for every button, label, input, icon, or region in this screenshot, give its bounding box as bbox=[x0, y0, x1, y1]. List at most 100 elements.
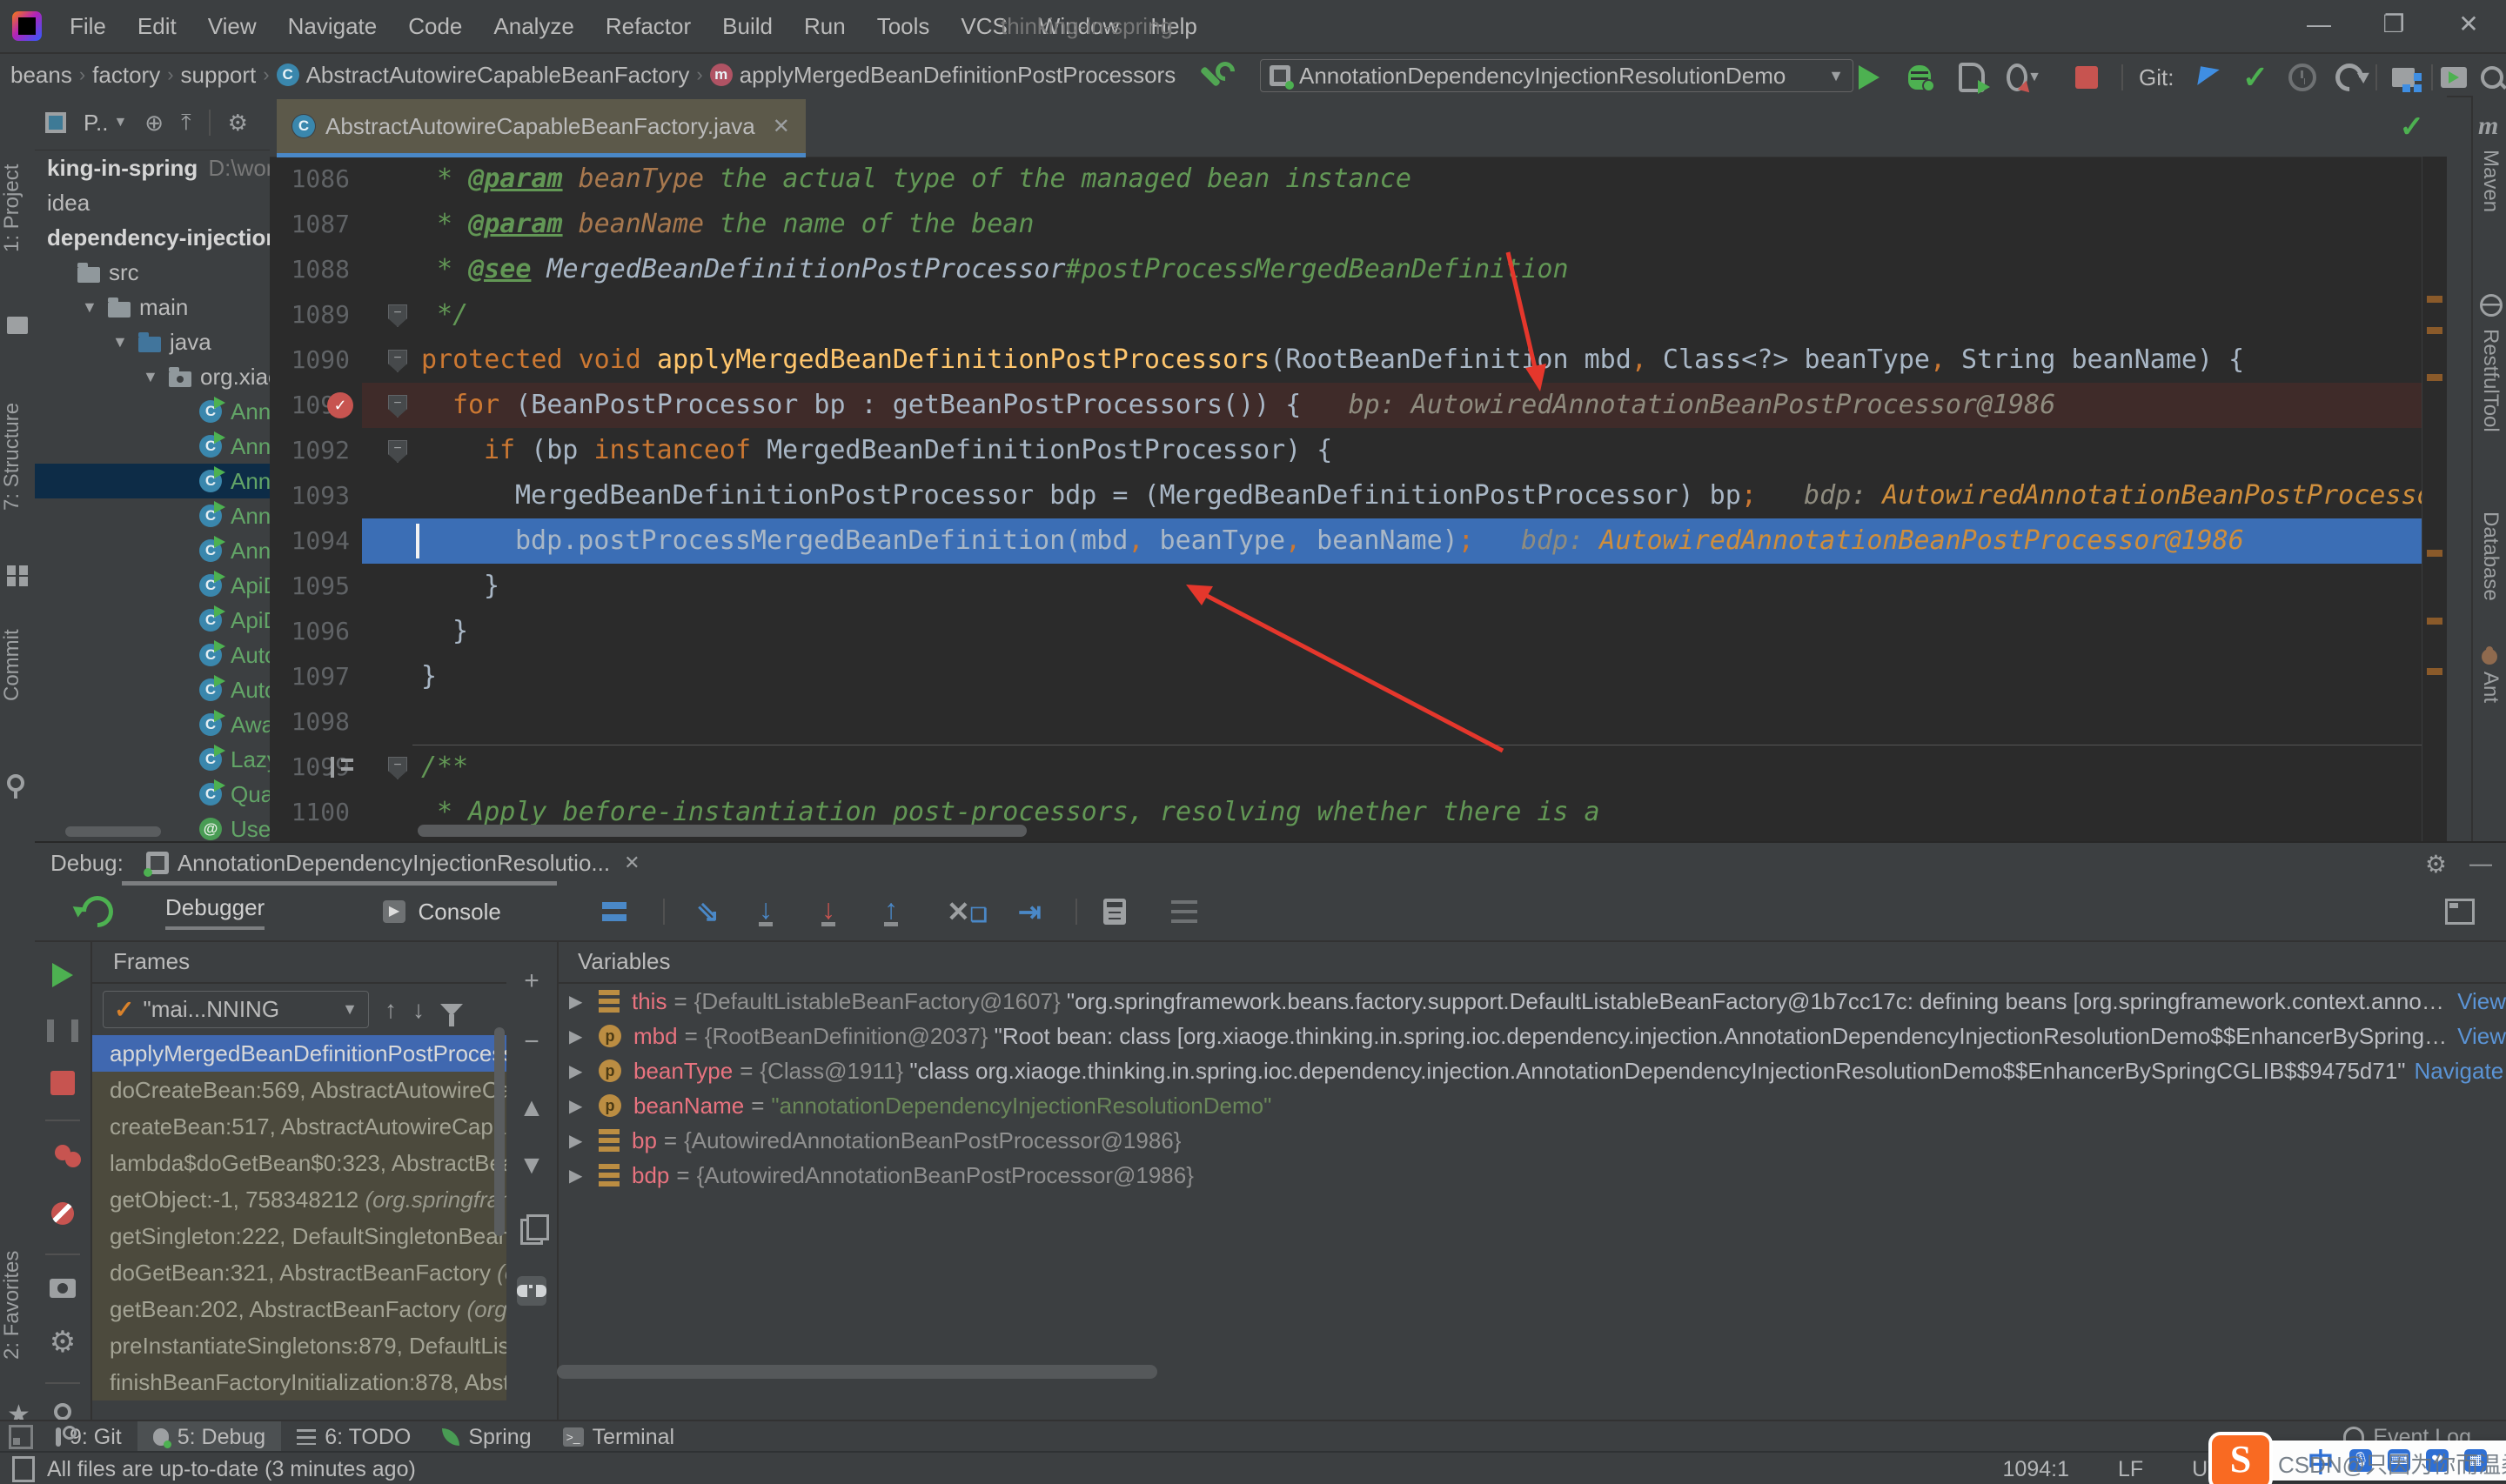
code-text[interactable] bbox=[412, 699, 2447, 745]
debug-settings-gear-button[interactable]: ⚙ bbox=[47, 1327, 78, 1358]
frames-scrollbar[interactable] bbox=[494, 1027, 505, 1236]
tool-window-switcher-icon[interactable] bbox=[9, 1425, 33, 1449]
frame-row[interactable]: getBean:202, AbstractBeanFactory (org.sp… bbox=[92, 1291, 506, 1327]
stripe-item-database[interactable]: Database bbox=[2476, 511, 2503, 601]
fold-marker-icon[interactable]: − bbox=[388, 304, 407, 327]
code-line[interactable]: 1090−protected void applyMergedBeanDefin… bbox=[270, 338, 2447, 383]
git-update-button[interactable] bbox=[2191, 63, 2226, 92]
code-line[interactable]: 1091✓−for (BeanPostProcessor bp : getBea… bbox=[270, 383, 2447, 428]
gutter[interactable] bbox=[362, 699, 412, 745]
menu-view[interactable]: View bbox=[194, 8, 271, 45]
code-line[interactable]: 1094bdp.postProcessMergedBeanDefinition(… bbox=[270, 518, 2447, 564]
code-text[interactable]: for (BeanPostProcessor bp : getBeanPostP… bbox=[412, 383, 2447, 428]
gear-icon[interactable]: ⚙ bbox=[2425, 850, 2447, 879]
tree-item[interactable]: CAnnotati bbox=[35, 464, 270, 498]
menu-code[interactable]: Code bbox=[394, 8, 476, 45]
tool-window-button-spring[interactable]: Spring bbox=[426, 1421, 546, 1453]
close-button[interactable]: ✕ bbox=[2431, 0, 2506, 52]
line-number[interactable]: 1090 bbox=[270, 338, 362, 383]
stripe-item-ant[interactable]: Ant bbox=[2476, 672, 2503, 703]
tree-item[interactable]: @UserGrou bbox=[35, 812, 270, 840]
variable-row[interactable]: ▶bdp={AutowiredAnnotationBeanPostProcess… bbox=[557, 1158, 2506, 1193]
force-step-into-button[interactable]: ↓ bbox=[821, 892, 835, 932]
tree-item[interactable]: ▼main bbox=[35, 290, 270, 324]
gutter[interactable] bbox=[362, 654, 412, 699]
value-link[interactable]: View bbox=[2457, 988, 2506, 1015]
close-icon[interactable]: ✕ bbox=[624, 852, 640, 874]
expand-icon[interactable]: ▶ bbox=[569, 1026, 599, 1047]
debug-session-tab[interactable]: AnnotationDependencyInjectionResolutio..… bbox=[146, 850, 640, 877]
line-number[interactable]: 1094 bbox=[270, 518, 362, 564]
project-view-selector[interactable]: P..▼ bbox=[84, 110, 127, 137]
expand-icon[interactable]: ▶ bbox=[569, 991, 599, 1013]
value-link[interactable]: Navigate bbox=[2415, 1058, 2504, 1085]
code-line[interactable]: 1097} bbox=[270, 654, 2447, 699]
debug-button[interactable] bbox=[1902, 63, 1937, 92]
tree-item[interactable]: CLazyAnn bbox=[35, 742, 270, 777]
tree-expand-icon[interactable]: ▼ bbox=[82, 298, 97, 317]
coverage-button[interactable] bbox=[1954, 63, 1989, 92]
code-text[interactable]: } bbox=[412, 609, 2447, 654]
expand-icon[interactable]: ▶ bbox=[569, 1060, 599, 1082]
tree-item[interactable]: CAnnotati bbox=[35, 498, 270, 533]
variable-row[interactable]: ▶pmbd={RootBeanDefinition@2037} "Root be… bbox=[557, 1019, 2506, 1053]
status-icon[interactable] bbox=[12, 1456, 35, 1482]
evaluate-expression-button[interactable] bbox=[1103, 892, 1126, 932]
error-stripe-mark[interactable] bbox=[2427, 550, 2442, 557]
value-link[interactable]: View bbox=[2457, 1023, 2506, 1050]
sogou-logo-icon[interactable]: S bbox=[2208, 1432, 2273, 1484]
menu-analyze[interactable]: Analyze bbox=[479, 8, 588, 45]
frame-row[interactable]: finishBeanFactoryInitialization:878, Abs… bbox=[92, 1364, 506, 1400]
history-button[interactable] bbox=[2285, 63, 2320, 92]
gutter[interactable]: − bbox=[362, 428, 412, 473]
gear-icon[interactable]: ⚙ bbox=[228, 110, 248, 137]
fold-marker-icon[interactable]: − bbox=[388, 395, 407, 418]
expand-icon[interactable]: ▶ bbox=[569, 1130, 599, 1152]
gutter[interactable] bbox=[362, 247, 412, 292]
code-line[interactable]: 1093MergedBeanDefinitionPostProcessor bd… bbox=[270, 473, 2447, 518]
line-number[interactable]: 1088 bbox=[270, 247, 362, 292]
hide-icon[interactable]: — bbox=[2469, 850, 2492, 879]
editor-horizontal-scrollbar[interactable] bbox=[418, 825, 1027, 837]
gutter[interactable] bbox=[362, 473, 412, 518]
error-stripe-mark[interactable] bbox=[2427, 374, 2442, 381]
gutter[interactable]: − bbox=[362, 292, 412, 338]
tool-window-button-todo[interactable]: 6: TODO bbox=[281, 1421, 426, 1453]
line-number[interactable]: 1096 bbox=[270, 609, 362, 654]
frame-row[interactable]: applyMergedBeanDefinitionPostProcessors:… bbox=[92, 1035, 506, 1072]
tab-console[interactable]: ▶ Console bbox=[383, 892, 501, 932]
frame-row[interactable]: preInstantiateSingletons:879, DefaultLis… bbox=[92, 1327, 506, 1364]
code-line[interactable]: 1098 bbox=[270, 699, 2447, 745]
gutter[interactable] bbox=[362, 609, 412, 654]
gutter[interactable] bbox=[362, 157, 412, 202]
code-line[interactable]: 1099−/** bbox=[270, 745, 2447, 790]
gutter[interactable]: − bbox=[362, 745, 412, 790]
pause-button[interactable] bbox=[47, 1015, 78, 1046]
code-text[interactable]: /** bbox=[412, 745, 2447, 790]
code-text[interactable]: if (bp instanceof MergedBeanDefinitionPo… bbox=[412, 428, 2447, 473]
line-number[interactable]: 1092 bbox=[270, 428, 362, 473]
step-over-button[interactable]: ↓ bbox=[759, 892, 773, 932]
gutter[interactable]: − bbox=[362, 338, 412, 383]
code-text[interactable]: } bbox=[412, 564, 2447, 609]
stop-debug-button[interactable] bbox=[47, 1067, 78, 1099]
code-line[interactable]: 1096} bbox=[270, 609, 2447, 654]
show-referring-objects-icon[interactable] bbox=[517, 1276, 546, 1306]
thread-selector[interactable]: ✓ "mai...NNING ▼ bbox=[103, 991, 369, 1028]
fold-marker-icon[interactable]: − bbox=[388, 440, 407, 463]
code-line[interactable]: 1089− */ bbox=[270, 292, 2447, 338]
tree-item[interactable]: CAutowiri bbox=[35, 672, 270, 707]
tree-item[interactable]: CAnnotati bbox=[35, 429, 270, 464]
line-number[interactable]: 1087 bbox=[270, 202, 362, 247]
variable-row[interactable]: ▶bp={AutowiredAnnotationBeanPostProcesso… bbox=[557, 1123, 2506, 1158]
editor-vertical-scrollbar[interactable] bbox=[2422, 157, 2447, 841]
annotate-gutter-icon[interactable] bbox=[331, 757, 355, 778]
copy-stack-icon[interactable] bbox=[517, 1217, 546, 1247]
line-number[interactable]: 1093 bbox=[270, 473, 362, 518]
rollback-button[interactable] bbox=[2332, 63, 2367, 92]
profiler-button[interactable]: ▼ bbox=[2007, 63, 2041, 92]
fold-marker-icon[interactable]: − bbox=[388, 350, 407, 372]
collapse-all-icon[interactable]: ⤒ bbox=[181, 109, 191, 137]
frame-row[interactable]: createBean:517, AbstractAutowireCapableB… bbox=[92, 1108, 506, 1145]
frame-up-icon[interactable]: ↑ bbox=[385, 996, 397, 1024]
